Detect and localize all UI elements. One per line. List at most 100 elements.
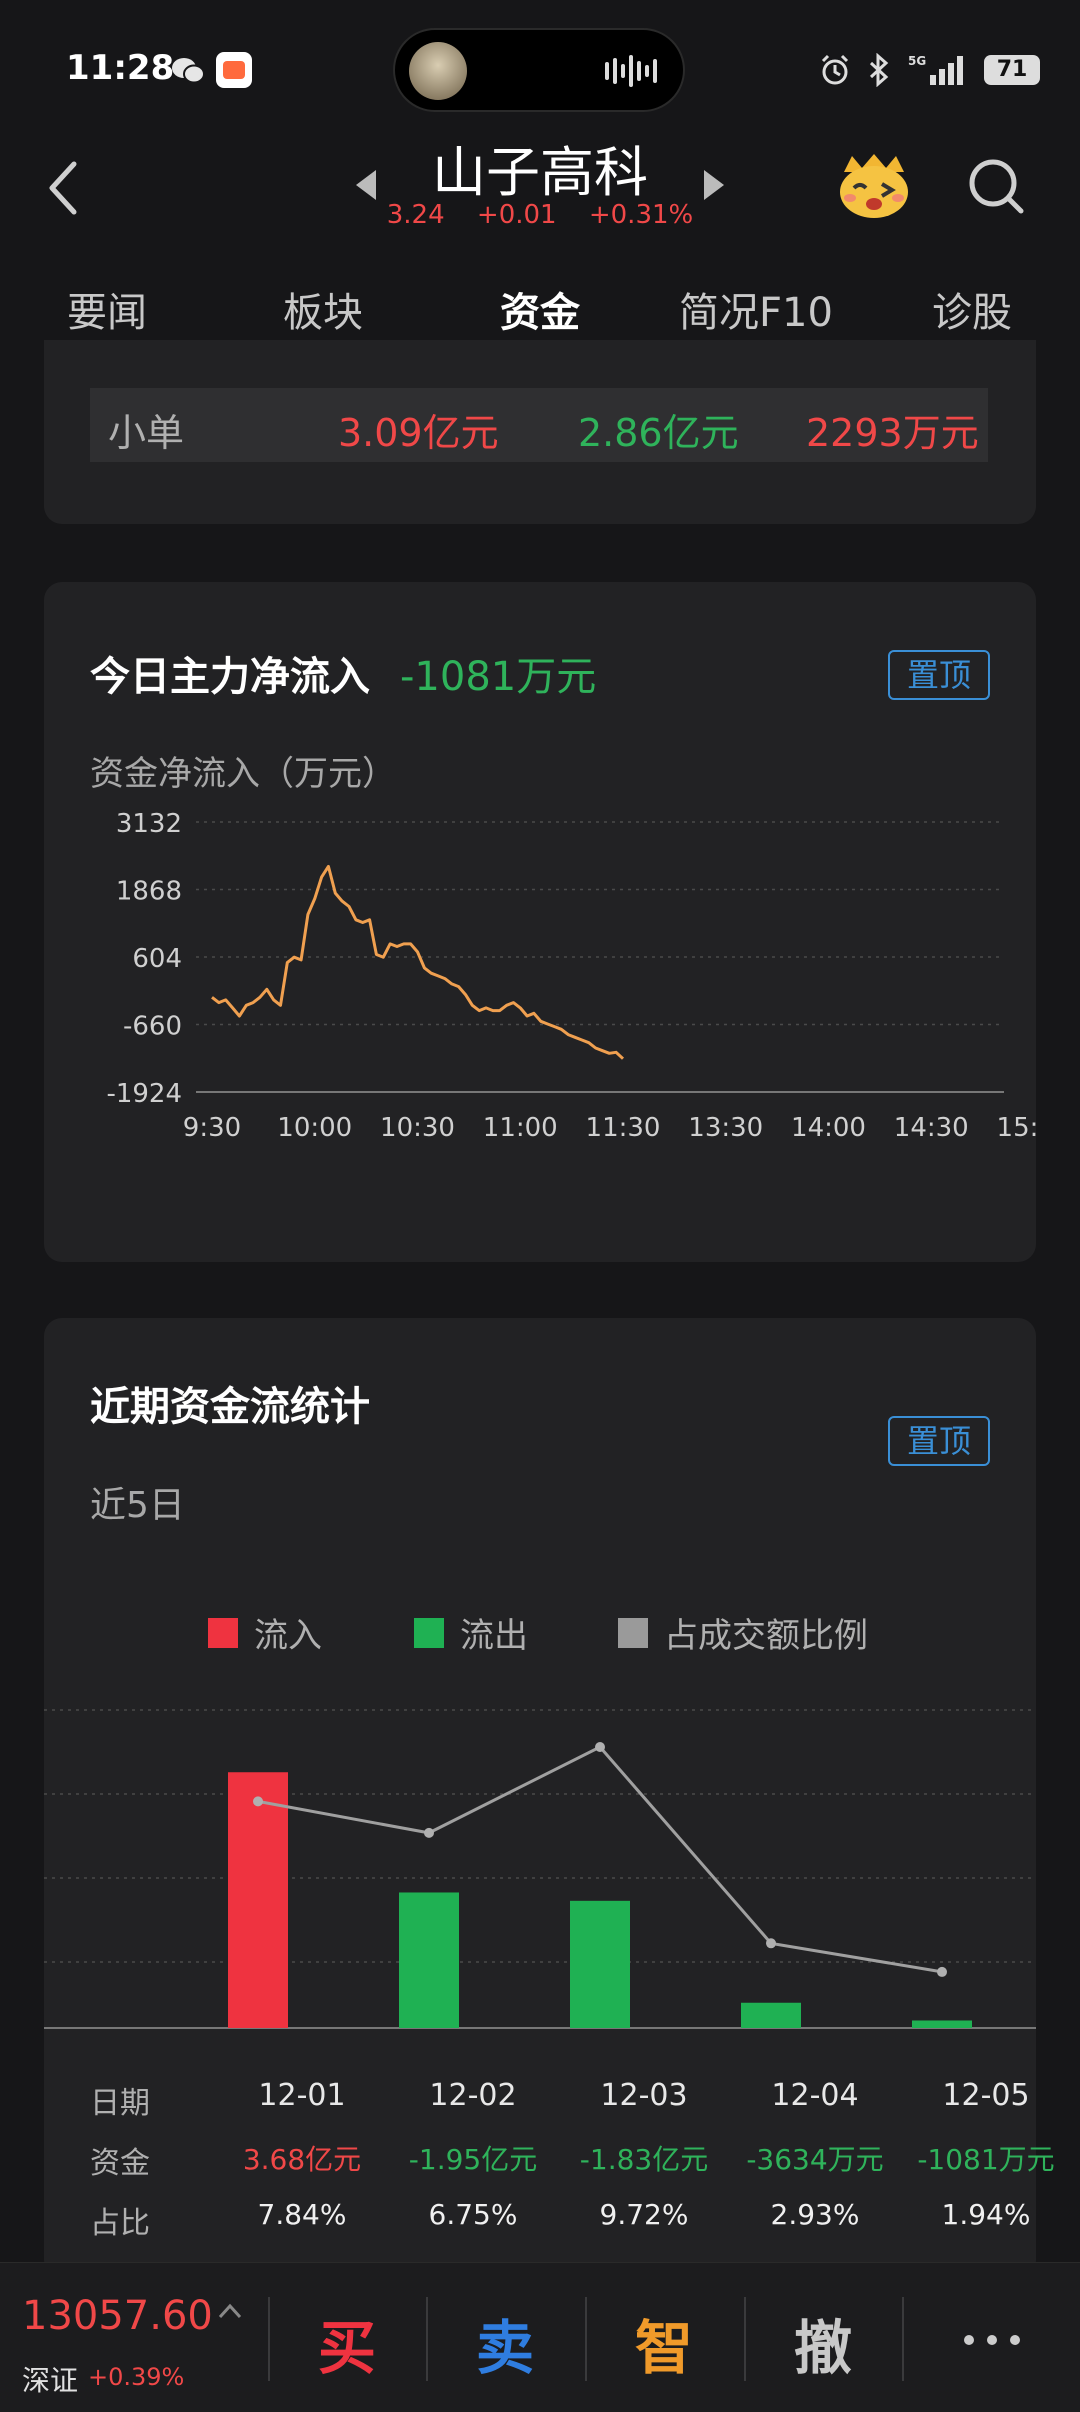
small-order-label: 小单 bbox=[108, 411, 185, 455]
outflow-bar bbox=[570, 1900, 630, 2028]
y-tick-label: -660 bbox=[123, 1012, 182, 1042]
chevron-up-icon[interactable] bbox=[218, 2303, 242, 2319]
x-tick-label: 13:30 bbox=[688, 1113, 763, 1143]
divider bbox=[426, 2297, 428, 2381]
y-tick-label: 3132 bbox=[116, 809, 182, 839]
fund-cell: -1081万元 bbox=[917, 2143, 1055, 2176]
bluetooth-icon bbox=[869, 53, 889, 87]
date-cell: 12-04 bbox=[771, 2078, 859, 2113]
cancel-order-button[interactable]: 撤 bbox=[794, 2301, 852, 2385]
date-cell: 12-03 bbox=[600, 2078, 688, 2113]
fund-cell: -3634万元 bbox=[746, 2143, 884, 2176]
recent-flow-chart bbox=[44, 1709, 1036, 2029]
date-cell: 12-01 bbox=[258, 2078, 346, 2113]
main-flow-card: 今日主力净流入 -1081万元 置顶 资金净流入（万元） 3132 1868 604… bbox=[44, 582, 1036, 1262]
legend-label-ratio: 占成交额比例 bbox=[664, 1616, 868, 1656]
pin-top-button-2[interactable]: 置顶 bbox=[888, 1416, 990, 1466]
x-tick-label: 14:00 bbox=[791, 1113, 866, 1143]
svg-text:5G: 5G bbox=[908, 54, 926, 68]
chart-ylabel: 资金净流入（万元） bbox=[90, 754, 396, 794]
main-flow-value: -1081万元 bbox=[400, 654, 597, 700]
divider bbox=[268, 2297, 270, 2381]
sell-button[interactable]: 卖 bbox=[476, 2301, 534, 2385]
search-icon[interactable] bbox=[966, 156, 1026, 216]
fund-cell: -1.95亿元 bbox=[408, 2143, 538, 2176]
x-tick-label: 15:00 bbox=[997, 1113, 1036, 1143]
x-tick-label: 11:30 bbox=[586, 1113, 661, 1143]
index-change: +0.39% bbox=[88, 2363, 185, 2391]
next-stock-icon[interactable] bbox=[702, 168, 726, 202]
divider bbox=[585, 2297, 587, 2381]
outflow-bar bbox=[912, 2020, 972, 2028]
app-notification-icon bbox=[216, 52, 252, 88]
buy-button[interactable]: 买 bbox=[318, 2301, 376, 2385]
stock-change-pct: +0.31% bbox=[588, 200, 694, 230]
wechat-icon bbox=[172, 58, 205, 84]
fund-cell: 3.68亿元 bbox=[242, 2143, 362, 2176]
status-icons: 5G 71 bbox=[818, 50, 1040, 90]
outflow-bar bbox=[399, 1892, 459, 2028]
status-time: 11:28 bbox=[66, 48, 175, 88]
small-order-net: 2293万元 bbox=[806, 411, 979, 455]
media-artwork bbox=[409, 42, 467, 100]
pin-top-button[interactable]: 置顶 bbox=[888, 650, 990, 700]
recent-flow-card: 近期资金流统计 置顶 近5日 流入 流出 占成交额比例 日期 12-01 12-… bbox=[44, 1318, 1055, 2278]
tab-funds[interactable]: 资金 bbox=[500, 280, 580, 338]
ratio-cell: 1.94% bbox=[941, 2198, 1031, 2231]
ratio-point bbox=[937, 1966, 947, 1977]
fund-row-label: 资金 bbox=[90, 2146, 150, 2181]
alarm-icon bbox=[821, 54, 849, 85]
y-tick-label: -1924 bbox=[106, 1079, 182, 1109]
ratio-row-label: 占比 bbox=[90, 2206, 150, 2241]
x-tick-label: 10:00 bbox=[277, 1113, 352, 1143]
index-value[interactable]: 13057.60 bbox=[22, 2293, 213, 2339]
tab-f10[interactable]: 简况F10 bbox=[679, 280, 833, 338]
tab-sector[interactable]: 板块 bbox=[283, 280, 363, 338]
fund-cell: -1.83亿元 bbox=[579, 2143, 709, 2176]
date-row-label: 日期 bbox=[90, 2086, 150, 2121]
date-cell: 12-05 bbox=[942, 2078, 1030, 2113]
x-tick-label: 10:30 bbox=[380, 1113, 455, 1143]
bottom-trade-bar: 13057.60 深证 +0.39% 买 卖 智 撤 bbox=[0, 2262, 1080, 2412]
tab-diagnosis[interactable]: 诊股 bbox=[932, 280, 1012, 338]
x-tick-label: 9:30 bbox=[183, 1113, 241, 1143]
small-order-row: 小单 3.09亿元 2.86亿元 2293万元 bbox=[90, 388, 988, 462]
dynamic-island[interactable] bbox=[393, 28, 685, 112]
ratio-cell: 7.84% bbox=[257, 2198, 347, 2231]
legend-swatch-ratio bbox=[618, 1617, 648, 1648]
divider bbox=[902, 2297, 904, 2381]
legend-swatch-outflow bbox=[414, 1617, 444, 1648]
net-flow-line bbox=[211, 864, 625, 1060]
date-cell: 12-02 bbox=[429, 2078, 517, 2113]
audio-wave-icon bbox=[605, 55, 657, 87]
legend-outflow: 流出 bbox=[414, 1608, 528, 1657]
signal-5g-icon: 5G bbox=[908, 54, 963, 85]
index-name: 深证 bbox=[22, 2364, 79, 2397]
ratio-point bbox=[595, 1742, 605, 1753]
outflow-bar bbox=[741, 2002, 801, 2028]
stock-price: 3.24 bbox=[386, 200, 445, 230]
ratio-cell: 6.75% bbox=[428, 2198, 518, 2231]
battery-indicator: 71 bbox=[984, 55, 1040, 85]
inflow-bar bbox=[228, 1772, 288, 2028]
x-tick-label: 11:00 bbox=[483, 1113, 558, 1143]
status-bar: 11:28 5G 71 bbox=[0, 0, 1080, 130]
ratio-cell: 9.72% bbox=[599, 2198, 689, 2231]
small-order-inflow: 3.09亿元 bbox=[338, 411, 499, 455]
ratio-cell: 2.93% bbox=[770, 2198, 860, 2231]
stock-name: 山子高科 bbox=[432, 141, 648, 204]
mascot-icon[interactable] bbox=[836, 150, 912, 220]
ratio-point bbox=[253, 1796, 263, 1807]
order-breakdown-card: 小单 3.09亿元 2.86亿元 2293万元 bbox=[44, 340, 1036, 524]
more-icon[interactable] bbox=[962, 2333, 1022, 2347]
period-label: 近5日 bbox=[90, 1485, 185, 1526]
smart-button[interactable]: 智 bbox=[635, 2301, 693, 2385]
y-tick-label: 604 bbox=[132, 944, 182, 974]
tab-news[interactable]: 要闻 bbox=[67, 280, 147, 338]
y-tick-label: 1868 bbox=[116, 877, 182, 907]
legend-swatch-inflow bbox=[208, 1617, 238, 1648]
recent-flow-title: 近期资金流统计 bbox=[90, 1384, 370, 1430]
stock-change: +0.01 bbox=[476, 200, 557, 230]
ratio-point bbox=[766, 1938, 776, 1949]
legend-inflow: 流入 bbox=[208, 1608, 322, 1657]
